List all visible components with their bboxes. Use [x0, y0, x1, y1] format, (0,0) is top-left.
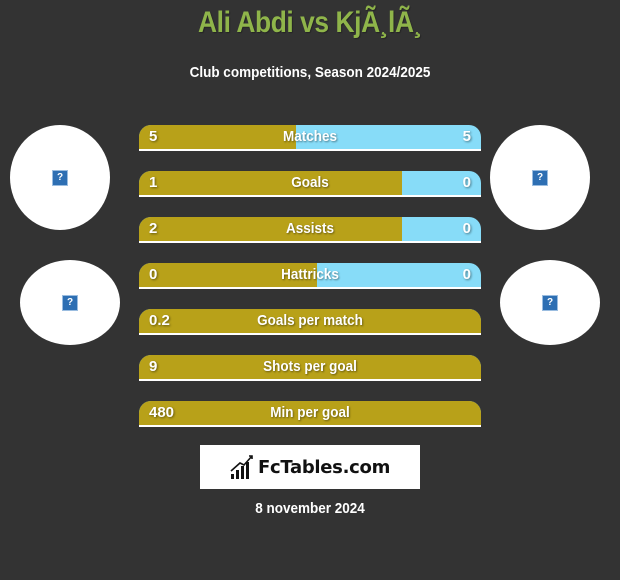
right-value: 0	[462, 220, 471, 237]
report-date: 8 november 2024	[255, 500, 365, 517]
stat-row: Min per goal 480	[139, 401, 481, 427]
player2-photo: ?	[490, 125, 590, 230]
stat-label: Hattricks	[281, 266, 339, 283]
page-title: Ali Abdi vs KjÃ¸lÃ¸	[198, 6, 422, 39]
fctables-logo[interactable]: FcTables.com	[200, 445, 420, 489]
stat-row: Shots per goal 9	[139, 355, 481, 381]
missing-image-icon: ?	[542, 294, 558, 311]
stat-row: Hattricks 0 0	[139, 263, 481, 289]
stat-row: Goals per match 0.2	[139, 309, 481, 335]
right-value: 0	[462, 266, 471, 283]
stat-label: Goals per match	[257, 312, 363, 329]
left-value: 0	[149, 266, 158, 283]
missing-image-icon: ?	[62, 294, 78, 311]
left-value: 1	[149, 174, 158, 191]
stat-label: Matches	[282, 128, 338, 145]
stat-row: Goals 1 0	[139, 171, 481, 197]
bar-chart-icon	[230, 455, 253, 479]
player1-photo: ?	[10, 125, 110, 230]
left-value: 0.2	[149, 312, 170, 329]
right-value: 5	[462, 128, 471, 145]
team2-logo: ?	[500, 260, 600, 345]
missing-image-icon: ?	[52, 169, 68, 186]
right-value: 0	[462, 174, 471, 191]
left-value: 2	[149, 220, 158, 237]
stat-label: Assists	[285, 220, 335, 237]
brand-name: FcTables.com	[257, 456, 391, 478]
stat-row: Assists 2 0	[139, 217, 481, 243]
team1-logo: ?	[20, 260, 120, 345]
left-value: 5	[149, 128, 158, 145]
stat-label: Goals	[291, 174, 329, 191]
left-value: 9	[149, 358, 158, 375]
stat-label: Shots per goal	[263, 358, 357, 375]
left-value: 480	[149, 404, 175, 421]
stat-label: Min per goal	[270, 404, 350, 421]
stat-row: Matches 5 5	[139, 125, 481, 151]
missing-image-icon: ?	[532, 169, 548, 186]
season-subtitle: Club competitions, Season 2024/2025	[189, 64, 431, 81]
